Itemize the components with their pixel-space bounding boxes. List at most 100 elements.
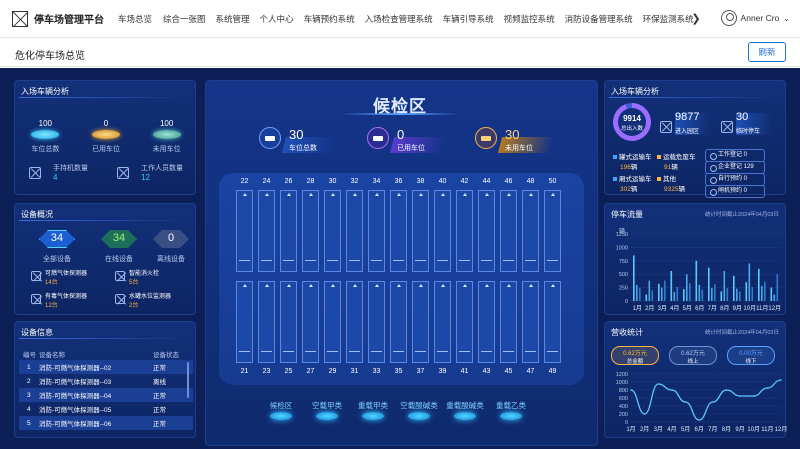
y-tick-label: 600 <box>619 396 628 402</box>
slot-number: 37 <box>416 368 425 375</box>
slot-number: 24 <box>262 178 271 185</box>
table-row[interactable]: 4 消防-可燃气体探测器--05 正常 <box>19 402 193 416</box>
parking-slot[interactable] <box>324 190 341 272</box>
equip-item-name: 智能消火栓 <box>129 271 160 277</box>
stat-value: 30 <box>505 127 520 142</box>
nav-item-map[interactable]: 综合一张图 <box>163 13 206 25</box>
flow-bar <box>739 291 741 301</box>
refresh-button[interactable]: 刷新 <box>748 42 786 62</box>
parking-slot[interactable] <box>456 190 473 272</box>
title-underline <box>340 113 460 115</box>
parking-slot[interactable] <box>280 190 297 272</box>
zone-label[interactable]: 空载甲类 <box>304 400 350 411</box>
app-title: 停车场管理平台 <box>34 15 104 26</box>
stat-value: 0 <box>397 127 405 142</box>
flow-bar <box>661 287 663 301</box>
parking-slot[interactable] <box>258 281 275 363</box>
parking-slot[interactable] <box>368 190 385 272</box>
parking-slot[interactable] <box>456 281 473 363</box>
parking-slot[interactable] <box>390 281 407 363</box>
x-tick-label: 1月 <box>633 305 642 312</box>
nav-item-fire[interactable]: 消防设备管理系统 <box>565 13 633 25</box>
water-level-icon <box>115 294 125 304</box>
parking-slot[interactable] <box>522 190 539 272</box>
legend-box: 厢式运输车 302辆 <box>613 173 652 193</box>
slot-number: 30 <box>328 178 337 185</box>
panel-title: 设备信息 <box>21 328 53 337</box>
parking-slot[interactable] <box>236 190 253 272</box>
parking-slot[interactable] <box>346 190 363 272</box>
table-row[interactable]: 5 消防-可燃气体探测器--06 正常 <box>19 416 193 430</box>
flow-bar <box>639 288 641 301</box>
y-tick-label: 400 <box>619 404 628 410</box>
table-row[interactable]: 1 消防-可燃气体探测器--02 正常 <box>19 360 193 374</box>
gas-detector-icon <box>31 271 41 281</box>
parking-slot[interactable] <box>434 190 451 272</box>
parking-slot[interactable] <box>522 281 539 363</box>
revenue-line <box>630 379 782 421</box>
x-tick-label: 10月 <box>743 305 756 312</box>
user-name[interactable]: Anner Cro <box>741 13 780 23</box>
app-logo[interactable]: 停车场管理平台 <box>12 10 116 27</box>
parking-slot[interactable] <box>368 281 385 363</box>
temp-value: 30 <box>736 111 749 123</box>
nav-item-system[interactable]: 系统管理 <box>216 13 250 25</box>
nav-item-booking[interactable]: 车辆预约系统 <box>304 13 355 25</box>
parking-slot[interactable] <box>236 281 253 363</box>
nav-item-video[interactable]: 视频监控系统 <box>504 13 555 25</box>
nav-item-inspection[interactable]: 入场检查管理系统 <box>365 13 433 25</box>
zone-disc-icon <box>408 412 430 420</box>
parking-slot[interactable] <box>412 190 429 272</box>
flow-bar <box>773 294 776 301</box>
flow-bar <box>745 282 748 301</box>
offline-devices-label: 离线设备 <box>157 256 185 263</box>
zone-label[interactable]: 空载酸碱类 <box>396 400 442 411</box>
parking-slot[interactable] <box>324 281 341 363</box>
parking-slot[interactable] <box>500 281 517 363</box>
table-row[interactable]: 2 消防-可燃气体探测器--03 离线 <box>19 374 193 388</box>
parking-slot[interactable] <box>258 190 275 272</box>
slot-number: 23 <box>262 368 271 375</box>
parking-slot[interactable] <box>390 190 407 272</box>
x-tick-label: 12月 <box>775 426 787 433</box>
parking-slot[interactable] <box>302 281 319 363</box>
zone-label[interactable]: 重载乙类 <box>488 400 534 411</box>
x-tick-label: 6月 <box>695 426 704 433</box>
parking-slot[interactable] <box>302 190 319 272</box>
nav-item-overview[interactable]: 车场总览 <box>118 13 152 25</box>
parking-slot[interactable] <box>478 190 495 272</box>
parking-slot[interactable] <box>434 281 451 363</box>
revenue-chart: 1200100080060040020001月 2月 3月 4月 5月 6月 7月 8月 9月 1… <box>616 372 787 433</box>
zone-label[interactable]: 重载甲类 <box>350 400 396 411</box>
slot-number: 49 <box>548 368 557 375</box>
nav-item-env[interactable]: 环保监测系统 <box>643 13 694 25</box>
parking-slot[interactable] <box>280 281 297 363</box>
x-tick-label: 11月 <box>761 426 773 433</box>
parking-flow-chart: 1250100075050025001月 2月 3月 4月 5月 6月 7月 8月 9月 10月 1… <box>616 232 781 312</box>
user-avatar-icon[interactable] <box>720 10 737 26</box>
table-scrollbar[interactable] <box>187 362 189 398</box>
parking-slot[interactable] <box>500 190 517 272</box>
nav-item-guidance[interactable]: 车辆引导系统 <box>443 13 494 25</box>
y-tick-label: 250 <box>619 286 628 292</box>
nav-item-personal[interactable]: 个人中心 <box>260 13 294 25</box>
flow-bar <box>683 289 685 301</box>
column-header: 设备状态 <box>153 351 179 359</box>
parking-slot[interactable] <box>544 190 561 272</box>
x-tick-label: 2月 <box>640 426 649 433</box>
parking-slot[interactable] <box>412 281 429 363</box>
hydrant-icon <box>115 271 125 281</box>
chevron-down-icon[interactable]: ⌄ <box>783 14 790 23</box>
slot-number: 41 <box>460 368 469 375</box>
stat-used-spaces: 0 已用车位 <box>91 119 120 153</box>
truck-shape <box>373 136 383 141</box>
equip-item-count: 5台 <box>129 280 139 286</box>
zone-label[interactable]: 重载酸碱类 <box>442 400 488 411</box>
table-row[interactable]: 3 消防-可燃气体探测器--04 正常 <box>19 388 193 402</box>
legend-other: 其他 9325辆 <box>657 173 685 193</box>
nav-more-icon[interactable]: ❯ <box>691 12 700 25</box>
parking-slot[interactable] <box>478 281 495 363</box>
parking-slot[interactable] <box>346 281 363 363</box>
parking-slot[interactable] <box>544 281 561 363</box>
zone-label[interactable]: 候检区 <box>258 400 304 411</box>
